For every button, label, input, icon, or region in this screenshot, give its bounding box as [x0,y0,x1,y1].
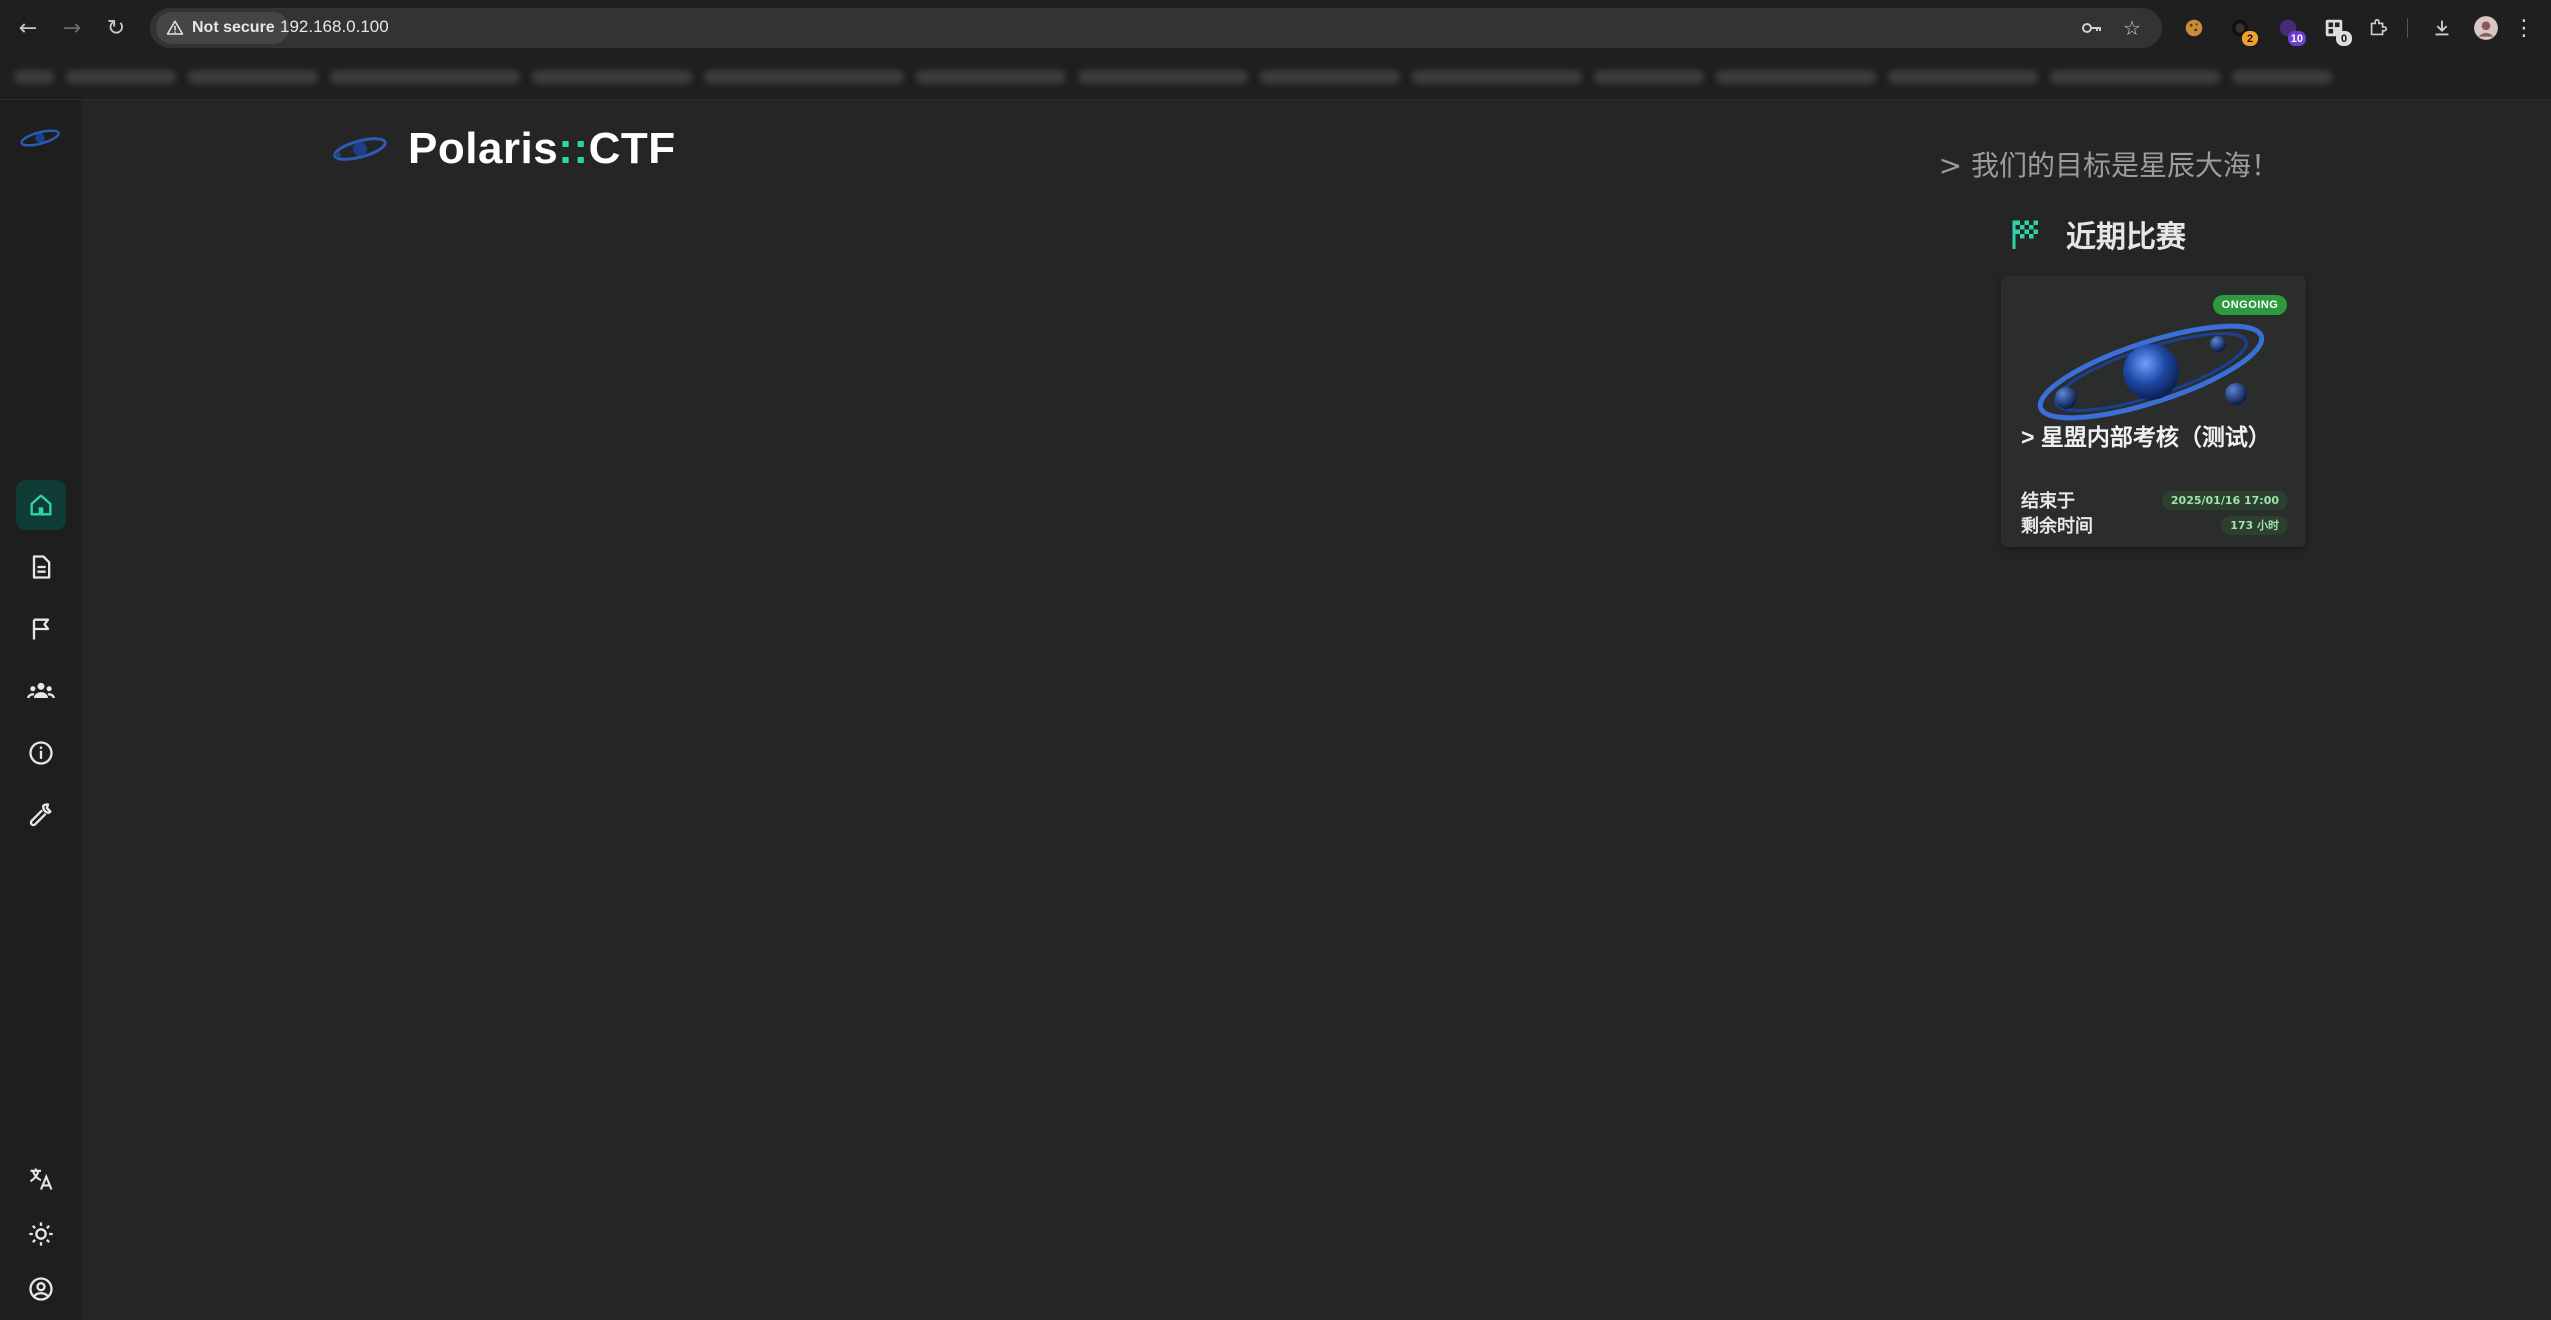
bookmark-item[interactable] [532,70,692,84]
reload-icon[interactable]: ↻ [100,12,132,44]
bookmark-item[interactable] [704,70,904,84]
remaining-time-value: 173 小时 [2221,515,2288,535]
bookmark-item[interactable] [66,70,176,84]
status-badge: ONGOING [2213,295,2287,315]
app-root: Polaris::CTF > 我们的目标是星辰大海！ 近期比赛 ONGOING … [0,100,2551,1320]
remaining-time-label: 剩余时间 [2021,516,2093,536]
download-icon[interactable] [2426,12,2458,44]
ext-badge: 10 [2287,31,2306,46]
bookmark-item[interactable] [1888,70,2038,84]
bookmark-item[interactable] [916,70,1066,84]
remaining-time-row: 剩余时间 173 小时 [2021,512,2288,538]
home-icon [30,494,52,516]
polaris-logo-icon[interactable] [16,124,64,152]
extensions-puzzle-icon[interactable] [2362,12,2394,44]
security-label: Not secure [192,19,275,36]
brand-name-right: CTF [588,124,676,173]
end-time-value: 2025/01/16 17:00 [2161,490,2288,510]
brand-separator: :: [558,124,589,173]
ext-badge: 2 [2242,31,2258,46]
polaris-logo-icon [333,137,387,161]
info-icon [29,741,53,765]
bookmark-item[interactable] [1594,70,1704,84]
theme-toggle[interactable] [16,1209,66,1259]
warning-icon [166,20,184,35]
url-text[interactable]: 192.168.0.100 [280,17,389,37]
address-bar[interactable] [150,8,2162,48]
back-arrow-icon[interactable]: ← [12,12,44,44]
bookmark-item[interactable] [1078,70,1248,84]
bookmark-item[interactable] [14,70,54,84]
bookmark-item[interactable] [1412,70,1582,84]
cookie-extension-icon[interactable] [2178,12,2210,44]
group-icon [27,682,55,699]
toolbar-divider [2407,18,2408,38]
user-circle-icon [29,1277,53,1301]
section-title: 近期比赛 [2066,221,2186,254]
contest-title[interactable]: > 星盟内部考核（测试） [2021,418,2271,452]
account-button[interactable] [16,1264,66,1314]
nav-notes[interactable] [16,542,66,592]
language-toggle[interactable] [16,1154,66,1204]
contest-card[interactable]: ONGOING > 星盟内部考核（测试） 结束于 2025/01/16 17:0… [2001,276,2306,547]
translate-icon [29,1168,53,1190]
nav-challenges[interactable] [16,604,66,654]
nav-about[interactable] [16,728,66,778]
bookmark-star-icon[interactable]: ☆ [2118,14,2146,42]
sidebar [0,100,82,1320]
browser-toolbar: ← → ↻ Not secure 192.168.0.100 ☆ 2 10 0 … [0,0,2551,56]
slogan: > 我们的目标是星辰大海！ [1938,149,2279,182]
checkered-flag-icon [2012,220,2038,249]
bookmark-item[interactable] [1260,70,1400,84]
nav-teams[interactable] [16,666,66,716]
bookmark-item[interactable] [2050,70,2220,84]
recent-contests-heading: 近期比赛 [2008,212,2186,256]
forward-arrow-icon[interactable]: → [56,12,88,44]
flag-icon [32,618,50,640]
profile-avatar[interactable] [2470,12,2502,44]
bookmark-item[interactable] [188,70,318,84]
nav-home[interactable] [16,480,66,530]
ext-0-icon[interactable]: 0 [2318,12,2352,46]
end-time-label: 结束于 [2021,491,2075,511]
ext-10-icon[interactable]: 10 [2272,12,2306,46]
document-icon [32,555,51,579]
brand-header[interactable]: Polaris::CTF [330,124,676,174]
bookmarks-bar [0,56,2551,100]
bookmark-item[interactable] [1716,70,1876,84]
bookmark-item[interactable] [2232,70,2332,84]
ext-badge: 0 [2336,31,2352,46]
planet-orbit-image [2037,323,2265,421]
bookmark-item[interactable] [330,70,520,84]
nav-tools[interactable] [16,790,66,840]
security-chip[interactable]: Not secure [156,12,289,44]
brand-name: Polaris::CTF [408,124,676,174]
password-key-icon[interactable] [2078,14,2106,42]
wrench-icon [29,803,52,827]
ext-2-icon[interactable]: 2 [2224,12,2258,46]
sun-icon [29,1222,53,1246]
browser-menu-icon[interactable]: ⋮ [2508,12,2540,44]
end-time-row: 结束于 2025/01/16 17:00 [2021,487,2288,513]
brand-name-left: Polaris [408,124,559,173]
